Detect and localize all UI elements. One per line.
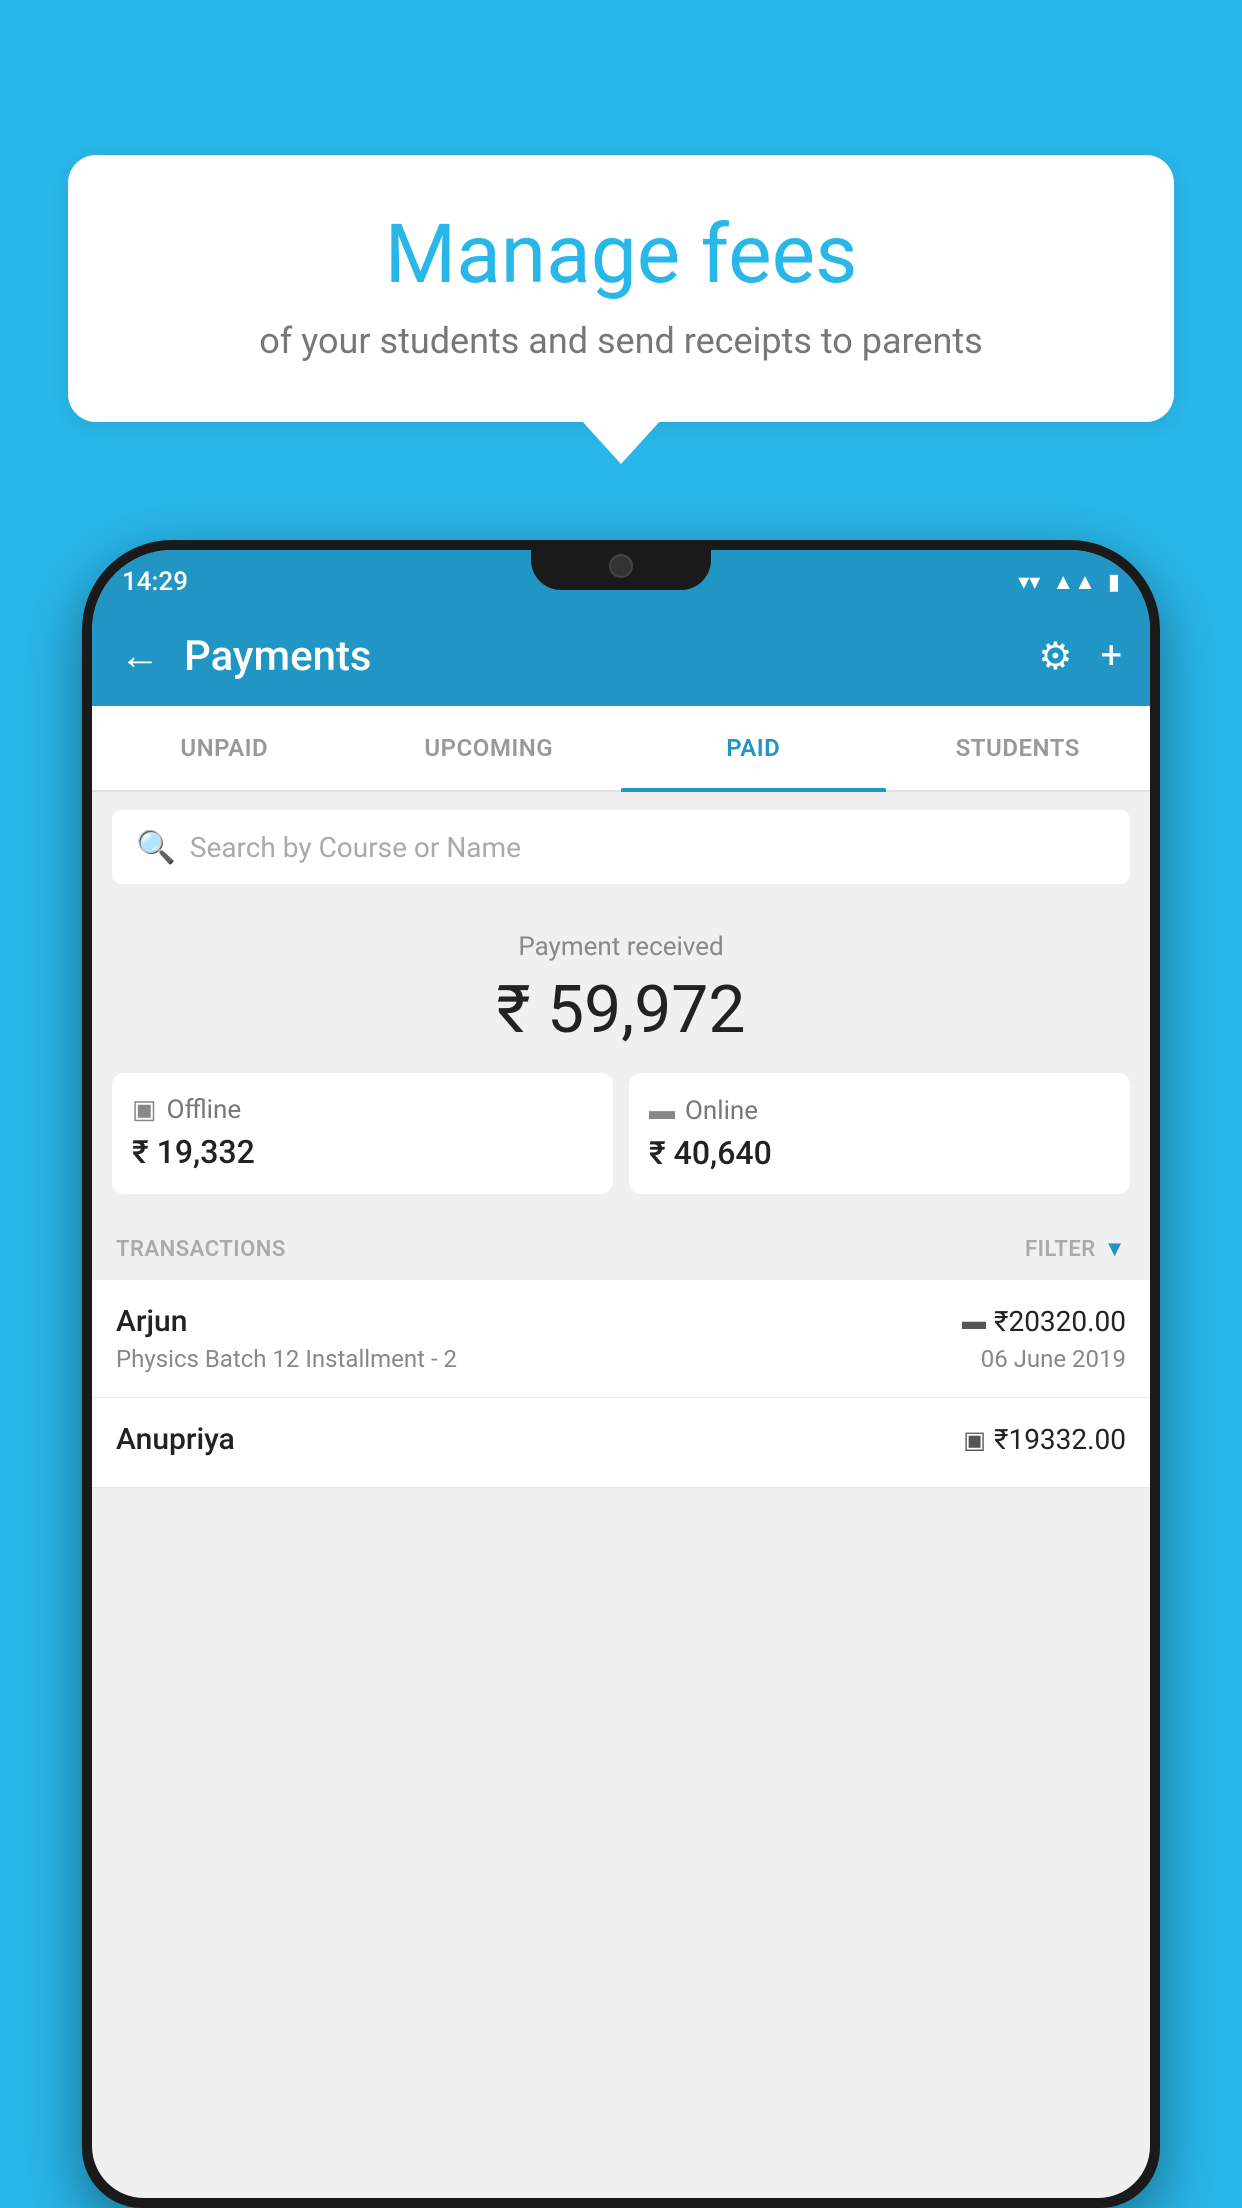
transaction-item[interactable]: Anupriya ▣ ₹19332.00 [92, 1398, 1150, 1488]
online-card-header: ▬ Online [649, 1095, 1110, 1126]
payment-received-label: Payment received [112, 932, 1130, 962]
transactions-label: TRANSACTIONS [116, 1237, 286, 1262]
payment-type-icon: ▬ [962, 1307, 986, 1336]
payment-type-icon: ▣ [963, 1426, 986, 1454]
transaction-amount-row: ▬ ₹20320.00 [962, 1305, 1126, 1338]
signal-icon: ▲▲ [1052, 569, 1096, 595]
payment-received-section: Payment received ₹ 59,972 [92, 902, 1150, 1073]
bubble-subtitle: of your students and send receipts to pa… [128, 320, 1114, 362]
search-placeholder: Search by Course or Name [190, 831, 521, 864]
wifi-icon: ▾▾ [1018, 570, 1040, 595]
online-amount: ₹ 40,640 [649, 1134, 1110, 1172]
search-bar[interactable]: 🔍 Search by Course or Name [112, 810, 1130, 884]
filter-button[interactable]: FILTER ▼ [1025, 1236, 1126, 1262]
back-button[interactable]: ← [120, 636, 160, 676]
phone-camera [609, 554, 633, 578]
tab-paid[interactable]: PAID [621, 706, 886, 790]
status-time: 14:29 [122, 567, 188, 597]
tab-students[interactable]: STUDENTS [886, 706, 1151, 790]
status-icons: ▾▾ ▲▲ ▮ [1018, 569, 1120, 595]
app-bar: ← Payments ⚙ + [92, 606, 1150, 706]
transaction-name: Anupriya [116, 1422, 235, 1457]
payment-cards: ▣ Offline ₹ 19,332 ▬ Online ₹ 40,640 [92, 1073, 1150, 1218]
phone-screen: 14:29 ▾▾ ▲▲ ▮ ← Payments ⚙ + UNPAID UPCO… [92, 550, 1150, 2198]
transaction-item[interactable]: Arjun ▬ ₹20320.00 Physics Batch 12 Insta… [92, 1280, 1150, 1398]
online-label: Online [685, 1096, 758, 1126]
battery-icon: ▮ [1108, 570, 1120, 595]
transaction-row1: Anupriya ▣ ₹19332.00 [116, 1422, 1126, 1457]
offline-card-header: ▣ Offline [132, 1095, 593, 1125]
offline-amount: ₹ 19,332 [132, 1133, 593, 1171]
speech-bubble: Manage fees of your students and send re… [68, 155, 1174, 422]
transaction-row1: Arjun ▬ ₹20320.00 [116, 1304, 1126, 1339]
filter-label: FILTER [1025, 1237, 1096, 1262]
tab-unpaid[interactable]: UNPAID [92, 706, 357, 790]
transaction-amount-row: ▣ ₹19332.00 [963, 1423, 1126, 1456]
settings-icon[interactable]: ⚙ [1038, 634, 1072, 679]
transaction-amount: ₹19332.00 [994, 1423, 1126, 1456]
transaction-row2: Physics Batch 12 Installment - 2 06 June… [116, 1345, 1126, 1373]
bubble-title: Manage fees [128, 210, 1114, 300]
payment-total-amount: ₹ 59,972 [112, 972, 1130, 1049]
filter-icon: ▼ [1104, 1236, 1126, 1262]
phone-frame: 14:29 ▾▾ ▲▲ ▮ ← Payments ⚙ + UNPAID UPCO… [82, 540, 1160, 2208]
transaction-course: Physics Batch 12 Installment - 2 [116, 1345, 457, 1373]
search-icon: 🔍 [136, 828, 176, 866]
app-bar-title: Payments [184, 632, 1014, 681]
transactions-header: TRANSACTIONS FILTER ▼ [92, 1218, 1150, 1280]
online-card: ▬ Online ₹ 40,640 [629, 1073, 1130, 1194]
offline-card: ▣ Offline ₹ 19,332 [112, 1073, 613, 1194]
offline-icon: ▣ [132, 1095, 157, 1125]
transaction-name: Arjun [116, 1304, 187, 1339]
tabs-container: UNPAID UPCOMING PAID STUDENTS [92, 706, 1150, 792]
transaction-amount: ₹20320.00 [994, 1305, 1126, 1338]
phone-notch [531, 540, 711, 590]
transaction-date: 06 June 2019 [981, 1345, 1126, 1373]
add-icon[interactable]: + [1100, 634, 1122, 678]
online-icon: ▬ [649, 1095, 675, 1126]
app-bar-actions: ⚙ + [1038, 634, 1122, 679]
tab-upcoming[interactable]: UPCOMING [357, 706, 622, 790]
offline-label: Offline [167, 1095, 242, 1125]
